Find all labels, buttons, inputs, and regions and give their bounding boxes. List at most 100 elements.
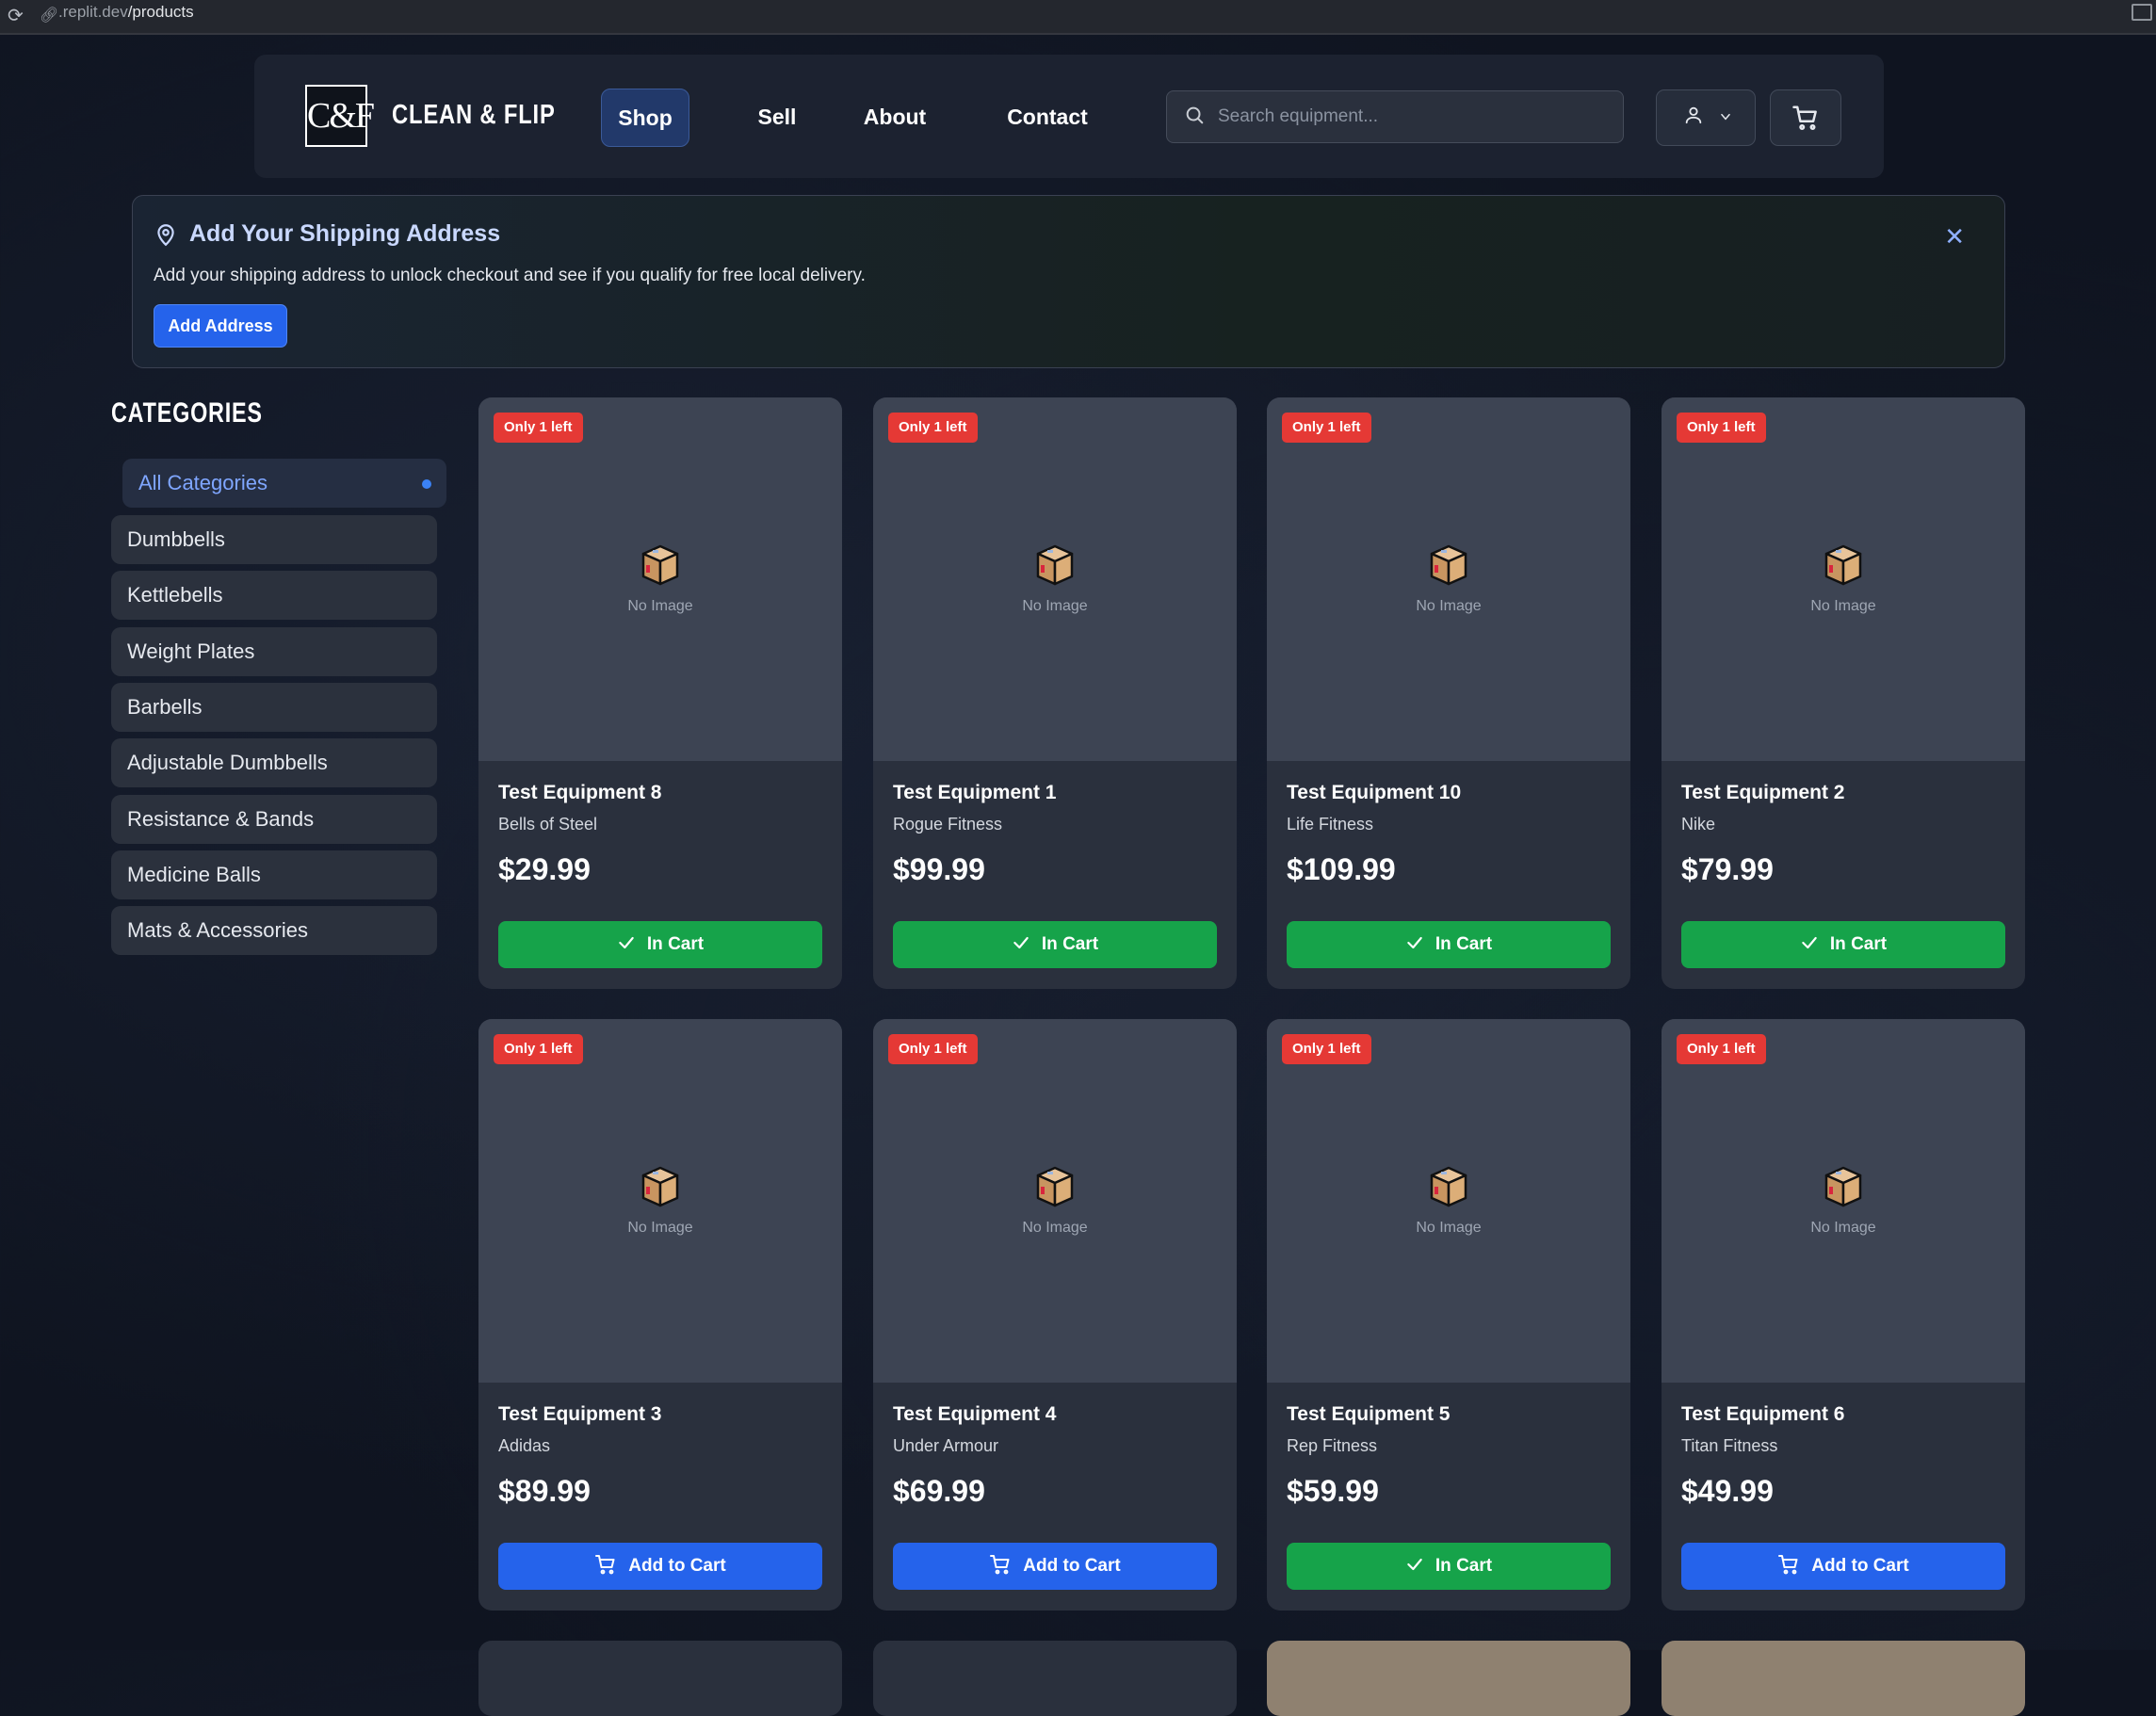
category-weight-plates[interactable]: Weight Plates — [111, 627, 437, 676]
product-image-placeholder[interactable]: Only 1 left No Image — [1662, 397, 2025, 761]
category-resistance-bands[interactable]: Resistance & Bands — [111, 795, 437, 844]
search-input[interactable] — [1216, 91, 1615, 142]
in-cart-button[interactable]: In Cart — [1287, 921, 1611, 968]
product-price: $69.99 — [893, 1474, 985, 1508]
reload-icon[interactable]: ⟳ — [8, 4, 24, 27]
add-address-button[interactable]: Add Address — [154, 304, 287, 348]
category-label: Mats & Accessories — [127, 918, 308, 942]
stock-badge: Only 1 left — [1677, 1034, 1766, 1064]
package-icon — [634, 539, 687, 591]
stock-badge: Only 1 left — [1282, 1034, 1371, 1064]
button-label: In Cart — [646, 934, 705, 954]
product-name[interactable]: Test Equipment 6 — [1681, 1403, 1844, 1426]
cart-icon — [989, 1554, 1023, 1576]
product-name[interactable]: Test Equipment 8 — [498, 782, 661, 804]
account-menu-button[interactable] — [1656, 89, 1756, 146]
category-mats-accessories[interactable]: Mats & Accessories — [111, 906, 437, 955]
shipping-address-banner: Add Your Shipping Address Add your shipp… — [132, 195, 2005, 368]
product-card[interactable]: Only 1 left No Image Test Equipment 2 Nike $… — [1662, 397, 2025, 989]
product-name[interactable]: Test Equipment 3 — [498, 1403, 661, 1426]
package-icon — [1817, 1160, 1870, 1213]
chevron-down-icon — [1721, 113, 1730, 121]
add-to-cart-button[interactable]: Add to Cart — [498, 1543, 822, 1590]
product-brand: Titan Fitness — [1681, 1436, 1778, 1455]
product-card-peek[interactable] — [1662, 1641, 2025, 1716]
map-pin-icon — [157, 224, 174, 247]
category-label: Barbells — [127, 695, 203, 719]
add-to-cart-button[interactable]: Add to Cart — [1681, 1543, 2005, 1590]
cart-icon — [1777, 1554, 1811, 1576]
product-brand: Under Armour — [893, 1436, 999, 1455]
product-image-placeholder[interactable]: Only 1 left No Image — [1662, 1019, 2025, 1383]
product-name[interactable]: Test Equipment 1 — [893, 782, 1056, 804]
category-adjustable-dumbbells[interactable]: Adjustable Dumbbells — [111, 738, 437, 787]
product-name[interactable]: Test Equipment 5 — [1287, 1403, 1450, 1426]
product-card[interactable]: Only 1 left No Image Test Equipment 3 Adida… — [478, 1019, 842, 1611]
package-icon — [1817, 539, 1870, 591]
site-header: C&F CLEAN & FLIP Shop Sell About Contact — [254, 55, 1884, 178]
product-card-peek[interactable] — [873, 1641, 1237, 1716]
product-card[interactable]: Only 1 left No Image Test Equipment 5 Rep F… — [1267, 1019, 1630, 1611]
product-card[interactable]: Only 1 left No Image Test Equipment 6 Titan… — [1662, 1019, 2025, 1611]
category-medicine-balls[interactable]: Medicine Balls — [111, 850, 437, 899]
product-image-placeholder[interactable]: Only 1 left No Image — [1267, 1019, 1630, 1383]
category-dumbbells[interactable]: Dumbbells — [111, 515, 437, 564]
stock-badge: Only 1 left — [494, 413, 583, 443]
no-image-label: No Image — [627, 1220, 693, 1236]
product-image-placeholder[interactable]: Only 1 left No Image — [873, 397, 1237, 761]
product-price: $29.99 — [498, 852, 591, 886]
product-name[interactable]: Test Equipment 10 — [1287, 782, 1461, 804]
in-cart-button[interactable]: In Cart — [1287, 1543, 1611, 1590]
cart-icon — [594, 1554, 628, 1576]
product-price: $49.99 — [1681, 1474, 1774, 1508]
nav-sell[interactable]: Sell — [735, 89, 819, 145]
active-dot — [422, 479, 431, 489]
category-kettlebells[interactable]: Kettlebells — [111, 571, 437, 620]
category-label: Weight Plates — [127, 639, 255, 663]
banner-title: Add Your Shipping Address — [189, 220, 501, 247]
product-image-placeholder[interactable]: Only 1 left No Image — [873, 1019, 1237, 1383]
product-image-placeholder[interactable]: Only 1 left No Image — [478, 397, 842, 761]
button-label: Add to Cart — [1811, 1556, 1909, 1576]
cart-button[interactable] — [1770, 89, 1841, 146]
category-barbells[interactable]: Barbells — [111, 683, 437, 732]
no-image-label: No Image — [1810, 1220, 1876, 1236]
check-icon — [1405, 934, 1435, 954]
cart-icon — [1792, 105, 1817, 131]
extension-icon[interactable] — [2132, 4, 2152, 21]
category-label: Resistance & Bands — [127, 807, 315, 831]
check-icon — [617, 934, 647, 954]
user-icon — [1685, 106, 1702, 124]
brand-name[interactable]: CLEAN & FLIP — [392, 100, 556, 131]
product-card[interactable]: Only 1 left No Image Test Equipment 1 Rogue… — [873, 397, 1237, 989]
button-label: In Cart — [1829, 934, 1888, 954]
in-cart-button[interactable]: In Cart — [1681, 921, 2005, 968]
product-name[interactable]: Test Equipment 4 — [893, 1403, 1056, 1426]
link-icon: 🔗︎ — [40, 8, 59, 24]
button-label: In Cart — [1435, 934, 1493, 954]
in-cart-button[interactable]: In Cart — [893, 921, 1217, 968]
category-all[interactable]: All Categories — [122, 459, 446, 508]
nav-about[interactable]: About — [844, 89, 946, 145]
product-price: $109.99 — [1287, 852, 1396, 886]
product-name[interactable]: Test Equipment 2 — [1681, 782, 1844, 804]
close-icon[interactable]: ✕ — [1944, 222, 1965, 251]
search-box[interactable] — [1166, 90, 1624, 143]
button-label: In Cart — [1435, 1556, 1493, 1576]
product-card-peek[interactable] — [1267, 1641, 1630, 1716]
button-label: Add to Cart — [628, 1556, 726, 1576]
add-to-cart-button[interactable]: Add to Cart — [893, 1543, 1217, 1590]
product-card-peek[interactable] — [478, 1641, 842, 1716]
nav-contact[interactable]: Contact — [991, 89, 1104, 145]
product-image-placeholder[interactable]: Only 1 left No Image — [478, 1019, 842, 1383]
product-brand: Nike — [1681, 815, 1716, 834]
nav-shop[interactable]: Shop — [601, 89, 689, 147]
product-card[interactable]: Only 1 left No Image Test Equipment 8 Bells… — [478, 397, 842, 989]
url-text[interactable]: .replit.dev/products — [58, 3, 194, 22]
stock-badge: Only 1 left — [1282, 413, 1371, 443]
product-card[interactable]: Only 1 left No Image Test Equipment 4 Under… — [873, 1019, 1237, 1611]
product-image-placeholder[interactable]: Only 1 left No Image — [1267, 397, 1630, 761]
product-card[interactable]: Only 1 left No Image Test Equipment 10 Life… — [1267, 397, 1630, 989]
in-cart-button[interactable]: In Cart — [498, 921, 822, 968]
logo[interactable]: C&F — [305, 85, 375, 147]
